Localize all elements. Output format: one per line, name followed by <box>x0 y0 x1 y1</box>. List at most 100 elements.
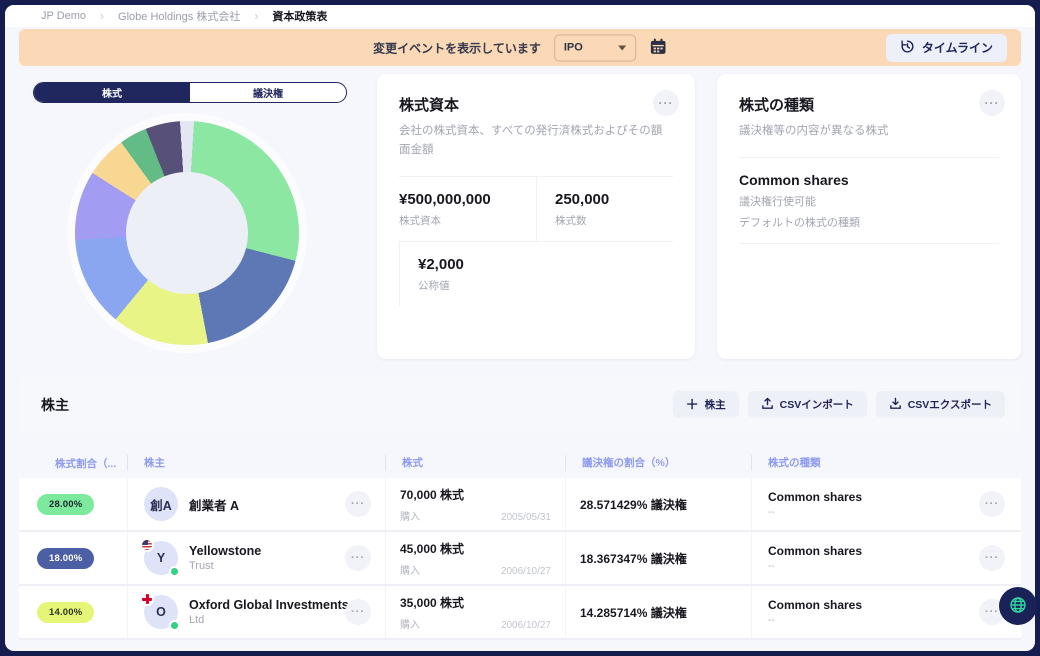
share-class-card: 株式の種類 議決権等の内容が異なる株式 ··· Common shares 議決… <box>717 74 1021 359</box>
share-class: Common shares <box>768 490 862 504</box>
card-menu-button[interactable]: ··· <box>979 90 1005 116</box>
event-banner: 変更イベントを表示しています IPO タイムライン <box>19 29 1021 66</box>
tab-shares[interactable]: 株式 <box>34 83 190 102</box>
voting-percent: 18.367347% 議決権 <box>580 550 687 567</box>
stat-share-count: 250,000 株式数 <box>536 177 673 242</box>
table-row: 28.00% 創A 創業者 A ··· 70,000 株式 購入 2005/05… <box>19 478 1021 532</box>
row-menu-button[interactable]: ··· <box>979 545 1005 571</box>
chevron-right-icon: › <box>254 9 258 23</box>
overview-grid: 株式 議決権 株式資本 会社の株式資本、すべての発行済株式およびその額面金額 ·… <box>19 74 1021 359</box>
plus-icon: ＋ <box>686 398 699 411</box>
table-row: 18.00% Y Yellowstone Trust ··· 45,000 株式… <box>19 532 1021 586</box>
app-window: JP Demo › Globe Holdings 株式会社 › 資本政策表 変更… <box>5 5 1035 651</box>
ownership-chart-panel: 株式 議決権 <box>19 74 355 359</box>
card-subtitle: 会社の株式資本、すべての発行済株式およびその額面金額 <box>399 122 673 160</box>
col-voting-percent: 議決権の割合（%） <box>565 455 751 471</box>
add-shareholder-button[interactable]: ＋ 株主 <box>673 391 739 418</box>
row-menu-button[interactable]: ··· <box>345 545 371 571</box>
globe-icon <box>1008 595 1028 618</box>
shares-count: 70,000 株式 <box>400 486 551 503</box>
shareholders-section: 株主 ＋ 株主 CSVインポート CSVエクスポート <box>19 375 1021 640</box>
ownership-badge: 28.00% <box>37 494 94 515</box>
table-row: 14.00% O Oxford Global Investments Ltd ·… <box>19 586 1021 640</box>
breadcrumb-company[interactable]: Globe Holdings 株式会社 <box>118 8 240 24</box>
country-flag-icon <box>140 592 154 606</box>
share-capital-card: 株式資本 会社の株式資本、すべての発行済株式およびその額面金額 ··· ¥500… <box>377 74 695 359</box>
card-subtitle: 議決権等の内容が異なる株式 <box>739 122 999 141</box>
shareholders-actions: ＋ 株主 CSVインポート CSVエクスポート <box>673 391 1005 418</box>
ownership-badge: 18.00% <box>37 548 94 569</box>
shareholder-subtitle: Ltd <box>189 614 334 626</box>
chevron-right-icon: › <box>100 9 104 23</box>
col-shareholder: 株主 <box>127 455 385 471</box>
col-shares: 株式 <box>385 455 565 471</box>
share-class-sub: -- <box>768 615 862 626</box>
online-status-dot <box>169 620 180 631</box>
shareholders-table: 株式割合（... 株主 株式 議決権の割合（%） 株式の種類 28.00% 創A… <box>19 448 1021 640</box>
acquisition-type: 購入 <box>400 616 420 631</box>
row-menu-button[interactable]: ··· <box>979 491 1005 517</box>
event-banner-message: 変更イベントを表示しています <box>373 39 541 56</box>
country-flag-icon <box>140 538 154 552</box>
share-class-sub: -- <box>768 507 862 518</box>
ownership-donut-chart[interactable] <box>75 121 299 345</box>
col-share-class: 株式の種類 <box>751 455 1021 471</box>
csv-import-button[interactable]: CSVインポート <box>748 391 867 418</box>
share-class-item: Common shares 議決権行使可能 デフォルトの株式の種類 <box>739 157 999 244</box>
csv-export-button[interactable]: CSVエクスポート <box>876 391 1005 418</box>
event-select-value: IPO <box>564 42 583 54</box>
event-select[interactable]: IPO <box>554 34 636 61</box>
shareholders-title: 株主 <box>41 395 69 415</box>
share-class: Common shares <box>768 544 862 558</box>
calendar-icon <box>649 37 667 58</box>
download-icon <box>889 397 902 413</box>
stat-share-capital: ¥500,000,000 株式資本 <box>399 177 536 242</box>
chart-mode-tabs: 株式 議決権 <box>33 82 347 103</box>
avatar: O <box>144 595 178 629</box>
history-clock-icon <box>900 39 915 57</box>
card-title: 株式の種類 <box>739 94 999 115</box>
breadcrumb: JP Demo › Globe Holdings 株式会社 › 資本政策表 <box>5 5 1035 27</box>
share-class-sub: -- <box>768 561 862 572</box>
acquisition-type: 購入 <box>400 508 420 523</box>
acquisition-date: 2006/10/27 <box>501 620 551 631</box>
row-menu-button[interactable]: ··· <box>345 491 371 517</box>
table-header-row: 株式割合（... 株主 株式 議決権の割合（%） 株式の種類 <box>19 448 1021 478</box>
ownership-badge: 14.00% <box>37 602 94 623</box>
shareholder-name: Yellowstone <box>189 544 261 558</box>
breadcrumb-current-page: 資本政策表 <box>272 8 327 24</box>
avatar: Y <box>144 541 178 575</box>
tab-voting-rights[interactable]: 議決権 <box>190 83 346 102</box>
voting-percent: 14.285714% 議決権 <box>580 604 687 621</box>
timeline-button-label: タイムライン <box>922 39 993 56</box>
row-menu-button[interactable]: ··· <box>345 599 371 625</box>
shares-count: 45,000 株式 <box>400 540 551 557</box>
acquisition-date: 2005/05/31 <box>501 512 551 523</box>
donut-chart-wrap <box>19 121 355 345</box>
card-title: 株式資本 <box>399 94 673 115</box>
share-class: Common shares <box>768 598 862 612</box>
donut-hole <box>126 172 248 294</box>
chevron-down-icon <box>618 45 626 50</box>
voting-percent: 28.571429% 議決権 <box>580 496 687 513</box>
event-banner-center: 変更イベントを表示しています IPO <box>373 34 667 61</box>
shares-count: 35,000 株式 <box>400 594 551 611</box>
acquisition-type: 購入 <box>400 562 420 577</box>
shareholders-header: 株主 ＋ 株主 CSVインポート CSVエクスポート <box>19 375 1021 434</box>
breadcrumb-workspace[interactable]: JP Demo <box>41 10 86 22</box>
shareholder-name: Oxford Global Investments <box>189 598 334 612</box>
upload-icon <box>761 397 774 413</box>
col-ownership-percent: 株式割合（... <box>19 456 127 471</box>
card-menu-button[interactable]: ··· <box>653 90 679 116</box>
shareholder-name: 創業者 A <box>189 495 239 514</box>
capital-stats: ¥500,000,000 株式資本 250,000 株式数 ¥2,000 公称値 <box>399 176 673 306</box>
shareholder-rows: 28.00% 創A 創業者 A ··· 70,000 株式 購入 2005/05… <box>19 478 1021 640</box>
stat-nominal-value: ¥2,000 公称値 <box>399 242 536 306</box>
avatar: 創A <box>144 487 178 521</box>
acquisition-date: 2006/10/27 <box>501 566 551 577</box>
online-status-dot <box>169 566 180 577</box>
calendar-button[interactable] <box>649 37 667 58</box>
timeline-button[interactable]: タイムライン <box>886 34 1007 62</box>
floating-globe-button[interactable] <box>999 587 1037 625</box>
shareholder-subtitle: Trust <box>189 560 261 572</box>
